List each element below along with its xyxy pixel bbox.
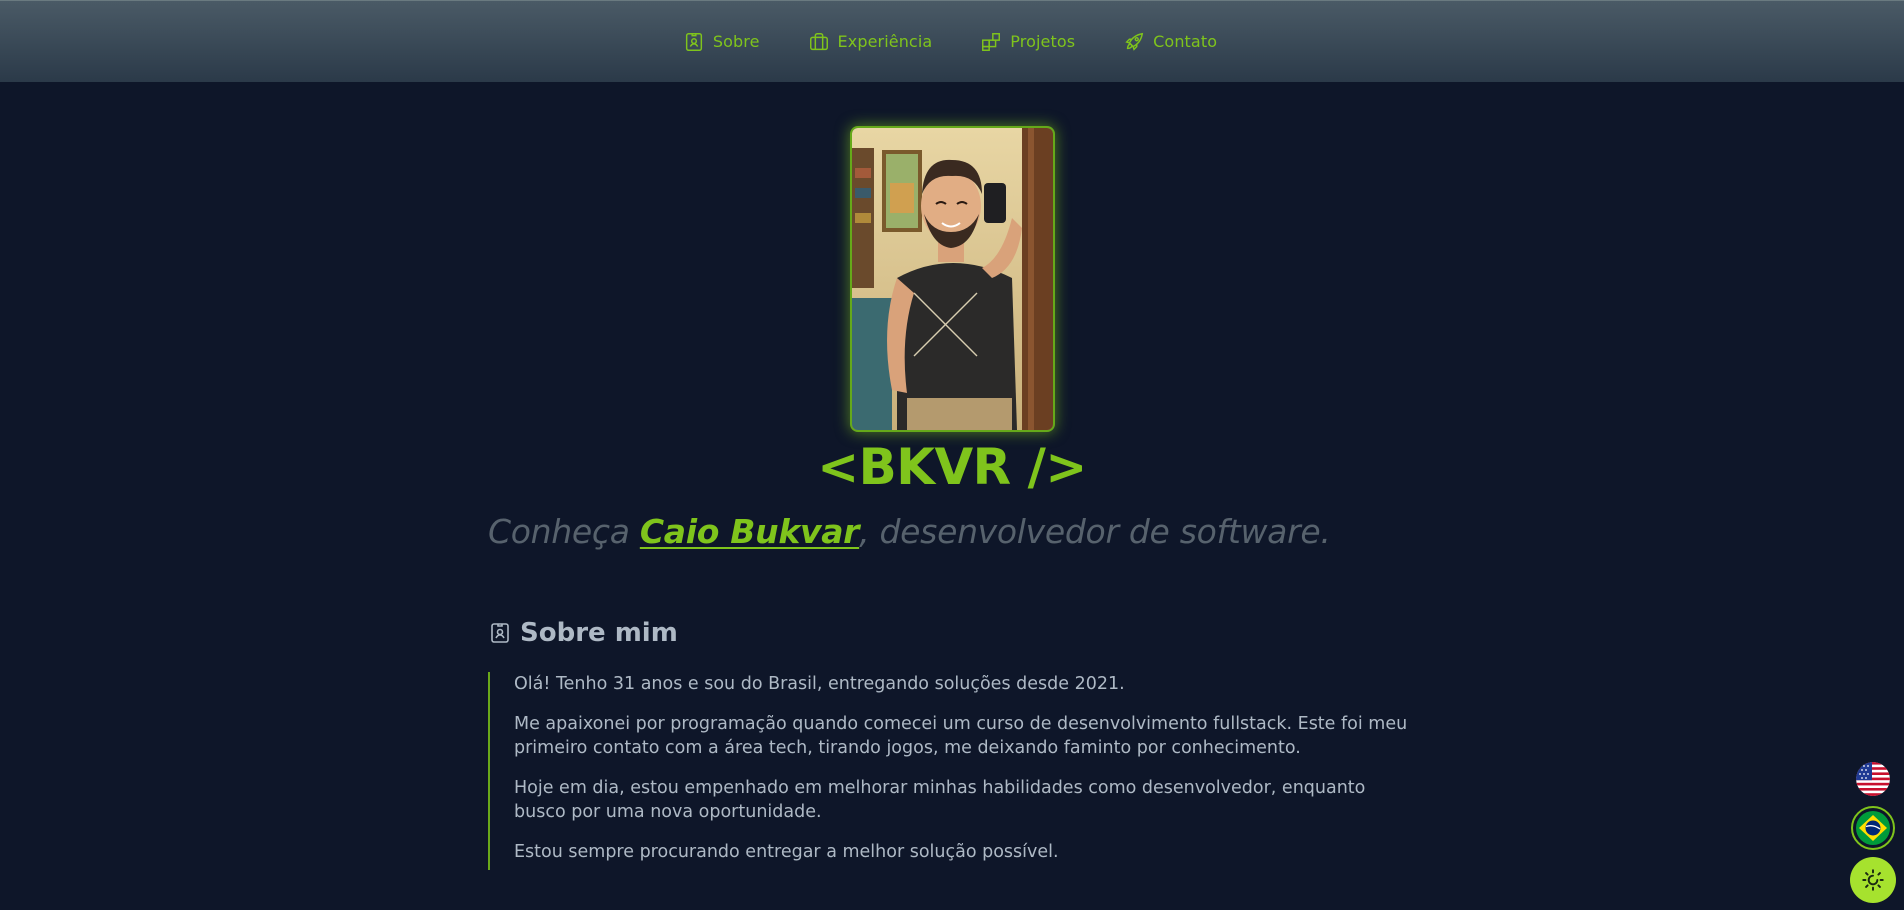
author-name-link[interactable]: Caio Bukvar <box>640 512 860 551</box>
top-navigation: Sobre Experiência Projetos Contato <box>0 0 1904 82</box>
id-badge-icon <box>685 32 702 51</box>
about-title-text: Sobre mim <box>520 618 678 648</box>
nav-item-label: Contato <box>1153 32 1218 51</box>
language-portuguese-button[interactable] <box>1851 806 1895 850</box>
theme-toggle-button[interactable] <box>1850 857 1896 903</box>
about-section-title: Sobre mim <box>488 618 678 648</box>
about-paragraph: Hoje em dia, estou empenhado em melhorar… <box>514 778 1366 822</box>
nav-list: Sobre Experiência Projetos Contato <box>683 31 1217 53</box>
nav-item-sobre[interactable]: Sobre <box>683 31 760 53</box>
rocket-icon <box>1125 32 1144 51</box>
nav-item-experiencia[interactable]: Experiência <box>808 31 933 53</box>
nav-item-label: Projetos <box>1010 32 1076 51</box>
tagline-prefix: Conheça <box>488 512 640 551</box>
hero-tagline: Conheça Caio Bukvar, desenvolvedor de so… <box>488 512 1488 551</box>
about-body: Olá! Tenho 31 anos e sou do Brasil, entr… <box>488 672 1408 870</box>
briefcase-icon <box>809 32 828 50</box>
profile-portrait <box>852 128 1053 430</box>
blocks-icon <box>982 32 1001 51</box>
nav-item-projetos[interactable]: Projetos <box>980 31 1075 53</box>
about-paragraph: Estou sempre procurando entregar a melho… <box>514 842 1059 862</box>
language-english-button[interactable] <box>1856 762 1890 796</box>
nav-item-contato[interactable]: Contato <box>1123 31 1217 53</box>
nav-item-label: Sobre <box>712 32 760 51</box>
about-paragraph: Me apaixonei por programação quando come… <box>514 714 1408 758</box>
brand-logo: <BKVR /> <box>817 438 1087 496</box>
brazil-flag-icon <box>1856 811 1890 845</box>
id-badge-icon <box>491 623 509 643</box>
us-flag-icon <box>1856 762 1890 796</box>
sun-icon <box>1862 869 1884 891</box>
about-paragraph: Olá! Tenho 31 anos e sou do Brasil, entr… <box>514 674 1125 694</box>
tagline-suffix: , desenvolvedor de software. <box>859 512 1331 551</box>
profile-illustration <box>852 128 1053 430</box>
nav-item-label: Experiência <box>837 32 933 51</box>
